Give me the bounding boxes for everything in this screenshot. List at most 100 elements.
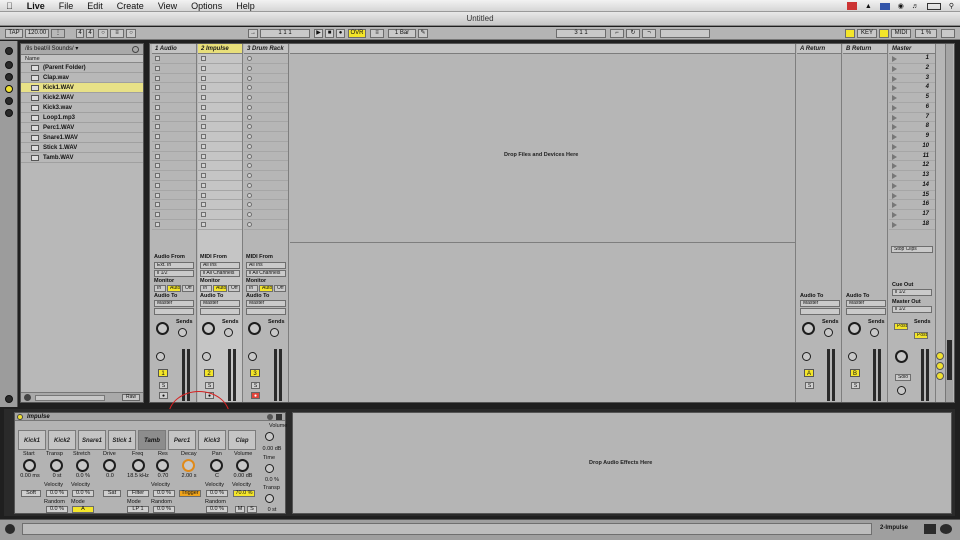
track-activator[interactable]: 1	[158, 369, 168, 377]
send-a-knob[interactable]	[848, 322, 861, 335]
monitor-auto[interactable]: Auto	[213, 285, 227, 292]
browser-item[interactable]: (Parent Folder)	[21, 63, 143, 73]
filter-mode-select[interactable]: LP 1	[127, 506, 149, 513]
clip-slot[interactable]	[152, 54, 196, 64]
clip-stop-icon[interactable]	[201, 192, 206, 198]
volume-velocity[interactable]: 70.0 %	[233, 490, 255, 497]
clip-stop-icon[interactable]	[201, 114, 206, 120]
clip-slot[interactable]	[244, 142, 288, 152]
play-icon[interactable]: ▶	[314, 29, 323, 38]
scene-launch[interactable]: 18	[889, 220, 935, 230]
browser-item[interactable]: Perc1.WAV	[21, 123, 143, 133]
clip-slot[interactable]	[244, 191, 288, 201]
global-volume-knob[interactable]	[265, 432, 274, 441]
tap-button[interactable]: TAP	[5, 29, 23, 38]
midi-map-button[interactable]: MIDI	[891, 29, 911, 38]
clip-stop-icon[interactable]	[155, 143, 160, 149]
scene-launch-icon[interactable]	[892, 114, 897, 121]
loop-icon[interactable]: ↻	[626, 29, 640, 38]
scene-launch[interactable]: 6	[889, 103, 935, 113]
clip-slot[interactable]	[152, 181, 196, 191]
browser-item[interactable]: Snare1.WAV	[21, 133, 143, 143]
scene-launch[interactable]: 1	[889, 54, 935, 64]
clip-slot[interactable]	[198, 132, 242, 142]
browser-item[interactable]: Kick3.wav	[21, 103, 143, 113]
pan-knob[interactable]	[202, 352, 211, 361]
global-transp-knob[interactable]	[265, 494, 274, 503]
effects-drop-area[interactable]: Drop Audio Effects Here	[292, 412, 952, 514]
clip-slot[interactable]	[244, 210, 288, 220]
clip-stop-icon[interactable]	[201, 124, 206, 130]
freq-knob[interactable]	[132, 459, 145, 472]
clip-slot[interactable]	[152, 171, 196, 181]
monitor-in[interactable]: In	[246, 285, 258, 292]
clip-slot[interactable]	[198, 93, 242, 103]
plugins-icon[interactable]	[5, 73, 13, 81]
solo-button[interactable]: S	[251, 382, 260, 389]
monitor-auto[interactable]: Auto	[167, 285, 181, 292]
clip-slot[interactable]	[244, 171, 288, 181]
scene-launch[interactable]: 7	[889, 113, 935, 123]
clip-stop-icon[interactable]	[155, 173, 160, 178]
clip-slot[interactable]	[198, 83, 242, 93]
decay-velocity[interactable]: 0.0 %	[206, 490, 228, 497]
clip-slot[interactable]	[244, 181, 288, 191]
clip-slot[interactable]	[244, 220, 288, 230]
scene-launch-icon[interactable]	[892, 173, 897, 179]
audio-from-select[interactable]: Ext. In	[154, 262, 194, 269]
clip-stop-icon[interactable]	[155, 221, 160, 227]
clip-stop-icon[interactable]	[201, 65, 206, 71]
browser-path[interactable]: /ils beat/il Sounds/ ▾	[21, 44, 143, 55]
clip-slot[interactable]	[244, 54, 288, 64]
scene-launch[interactable]: 9	[889, 132, 935, 142]
live-devices-icon[interactable]	[5, 61, 13, 69]
scene-launch[interactable]: 3	[889, 74, 935, 84]
scene-launch[interactable]: 10	[889, 142, 935, 152]
drum-rack-slot-icon[interactable]	[247, 163, 252, 169]
clip-slot[interactable]	[152, 191, 196, 201]
drive-knob[interactable]	[103, 459, 116, 472]
scene-launch-icon[interactable]	[892, 153, 897, 160]
track-header[interactable]: 1 Audio	[152, 44, 196, 54]
send-a-knob[interactable]	[802, 322, 815, 335]
file-browser-1-icon[interactable]	[5, 85, 13, 93]
midi-track-icon[interactable]	[924, 524, 936, 534]
browser-item[interactable]: Tamb.WAV	[21, 153, 143, 163]
drum-rack-slot-icon[interactable]	[247, 85, 252, 91]
clip-stop-icon[interactable]	[155, 163, 160, 169]
track-header[interactable]: Master	[889, 44, 935, 54]
drum-rack-slot-icon[interactable]	[247, 65, 252, 71]
scene-launch[interactable]: 4	[889, 83, 935, 93]
arm-button[interactable]: ●	[251, 392, 260, 399]
scene-launch-icon[interactable]	[892, 192, 897, 199]
clip-stop-icon[interactable]	[201, 153, 206, 159]
scene-launch-icon[interactable]	[892, 124, 897, 131]
scene-launch-icon[interactable]	[892, 85, 897, 92]
monitor-in[interactable]: In	[154, 285, 166, 292]
loop-length[interactable]	[660, 29, 710, 38]
clip-slot[interactable]	[244, 113, 288, 123]
midi-from-select[interactable]: All Ins	[246, 262, 286, 269]
scene-launch-icon[interactable]	[892, 65, 897, 72]
stop-all-clips-button[interactable]: Stop Clips	[891, 246, 933, 253]
draw-mode-icon[interactable]: ✎	[418, 29, 428, 38]
file-browser-3-icon[interactable]	[5, 109, 13, 117]
clip-slot[interactable]	[152, 103, 196, 113]
midi-from-select[interactable]: All Ins	[200, 262, 240, 269]
clip-slot[interactable]	[198, 200, 242, 210]
master-out-select[interactable]: ii 1/2	[892, 306, 932, 313]
drum-rack-slot-icon[interactable]	[247, 104, 252, 110]
scene-launch[interactable]: 11	[889, 152, 935, 162]
time-signature-num[interactable]: 4	[76, 29, 84, 38]
send-b-knob[interactable]	[824, 328, 833, 337]
sample-pad[interactable]: Snare1	[78, 430, 106, 450]
pan-knob[interactable]	[156, 352, 165, 361]
scene-launch-icon[interactable]	[892, 163, 897, 170]
send-b-knob[interactable]	[270, 328, 279, 337]
scene-launch-icon[interactable]	[892, 104, 897, 111]
clip-slot[interactable]	[244, 152, 288, 162]
clip-stop-icon[interactable]	[201, 143, 206, 149]
scene-launch-icon[interactable]	[892, 221, 897, 228]
menu-view[interactable]: View	[158, 1, 177, 11]
scene-launch-icon[interactable]	[892, 143, 897, 150]
